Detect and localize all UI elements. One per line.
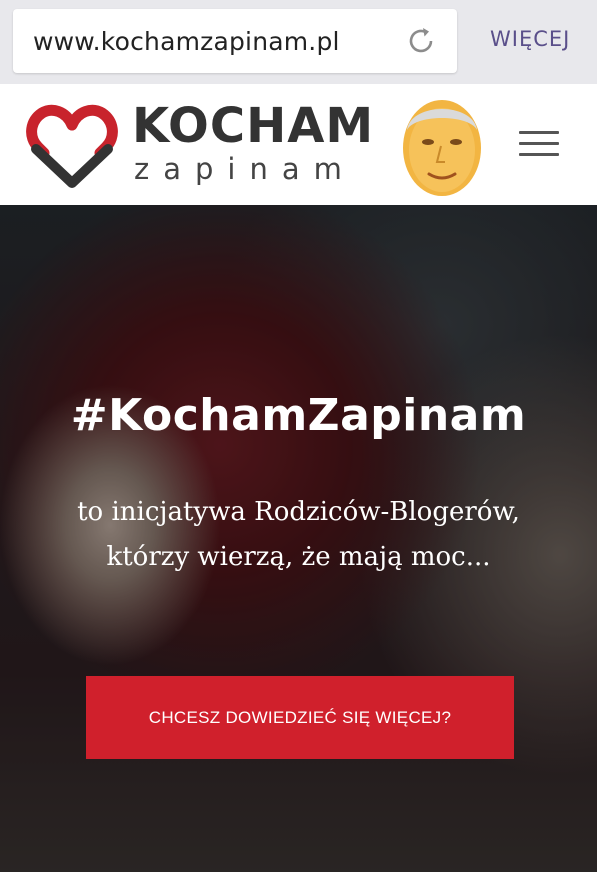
url-text[interactable]: www.kochamzapinam.pl [33,27,340,56]
hero-title: #KochamZapinam [70,390,527,441]
learn-more-button[interactable]: CHCESZ DOWIEDZIEĆ SIĘ WIĘCEJ? [86,676,514,759]
hero-banner: #KochamZapinam to inicjatywa Rodziców-Bl… [0,205,597,872]
logo-wordmark-bottom[interactable]: zapinam [134,152,356,186]
address-bar[interactable]: www.kochamzapinam.pl [13,9,457,73]
browser-toolbar: www.kochamzapinam.pl WIĘCEJ [0,0,597,84]
more-button[interactable]: WIĘCEJ [490,27,570,51]
reload-icon[interactable] [405,25,437,57]
hero-subtitle-line-1: to inicjatywa Rodziców-Blogerów, [77,497,520,527]
site-header: KOCHAM zapinam [0,84,597,205]
heart-icon[interactable] [22,99,122,189]
face-sticker-image [403,100,481,196]
hamburger-menu-icon[interactable] [519,131,559,159]
logo-wordmark-top[interactable]: KOCHAM [132,98,374,154]
hero-subtitle: to inicjatywa Rodziców-Blogerów, którzy … [0,490,597,580]
hero-subtitle-line-2: którzy wierzą, że mają moc... [106,542,491,572]
